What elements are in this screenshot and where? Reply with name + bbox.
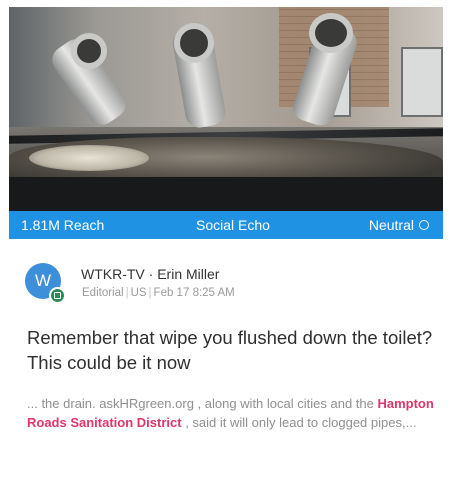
photo-pipe-opening — [174, 23, 214, 63]
photo-pipe-opening — [309, 13, 353, 53]
avatar-letter: W — [34, 271, 52, 290]
photo-window — [401, 47, 443, 117]
news-card[interactable]: 1.81M Reach Social Echo Neutral W WTKR-T… — [9, 7, 443, 481]
content-type: Editorial — [82, 287, 124, 299]
country: US — [130, 287, 147, 299]
snippet-text-after: , said it will only lead to clogged pipe… — [181, 415, 417, 430]
stats-bar: 1.81M Reach Social Echo Neutral — [9, 211, 443, 239]
photo-debris-highlight — [29, 145, 149, 171]
neutral-circle-icon — [419, 220, 429, 230]
outlet-name[interactable]: WTKR-TV — [81, 266, 145, 282]
article-headline[interactable]: Remember that wipe you flushed down the … — [27, 325, 437, 375]
article-photo[interactable] — [9, 7, 443, 211]
post-meta: Editorial | US | Feb 17 8:25 AM — [82, 287, 235, 299]
separator-dot: · — [148, 266, 154, 282]
channel-label: Social Echo — [196, 217, 270, 233]
reach-stat: 1.81M Reach — [21, 217, 105, 233]
sentiment-indicator[interactable]: Neutral — [369, 217, 429, 233]
author-line[interactable]: WTKR-TV · Erin Miller — [81, 266, 219, 282]
sentiment-label: Neutral — [368, 217, 414, 233]
news-source-badge-icon — [49, 287, 66, 304]
photo-pipe-opening — [71, 33, 107, 69]
post-date: Feb 17 — [153, 287, 190, 299]
author-name[interactable]: Erin Miller — [157, 266, 219, 282]
article-snippet: ... the drain. askHRgreen.org , along wi… — [27, 394, 447, 432]
post-time: 8:25 AM — [192, 287, 235, 299]
snippet-text-before: ... the drain. askHRgreen.org , along wi… — [27, 396, 378, 411]
photo-bin — [9, 177, 443, 211]
